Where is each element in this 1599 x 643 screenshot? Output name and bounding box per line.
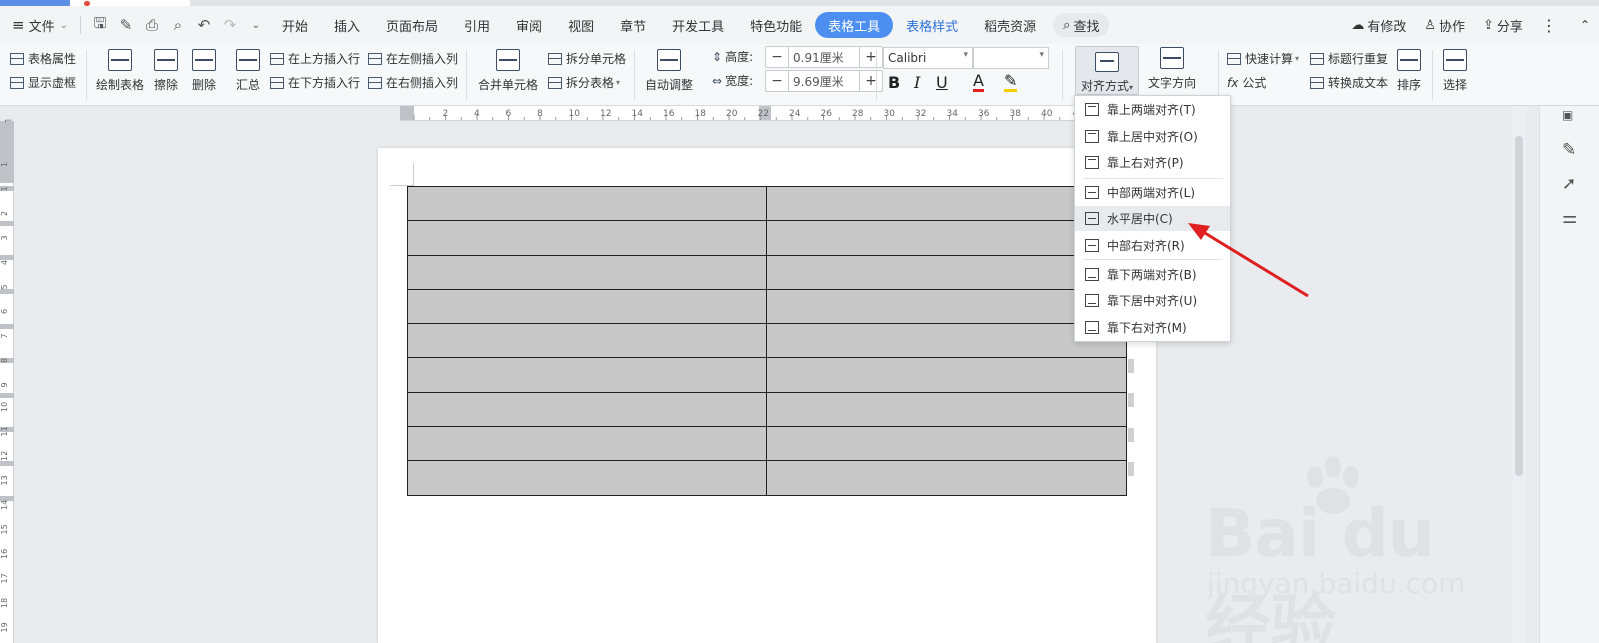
watermark-url: jingyan.baidu.com xyxy=(1207,567,1466,600)
arrow-shaft xyxy=(1199,228,1309,298)
baidu-watermark: Bai du 经验 jingyan.baidu.com xyxy=(1205,455,1495,643)
arrow-head xyxy=(1188,223,1210,240)
